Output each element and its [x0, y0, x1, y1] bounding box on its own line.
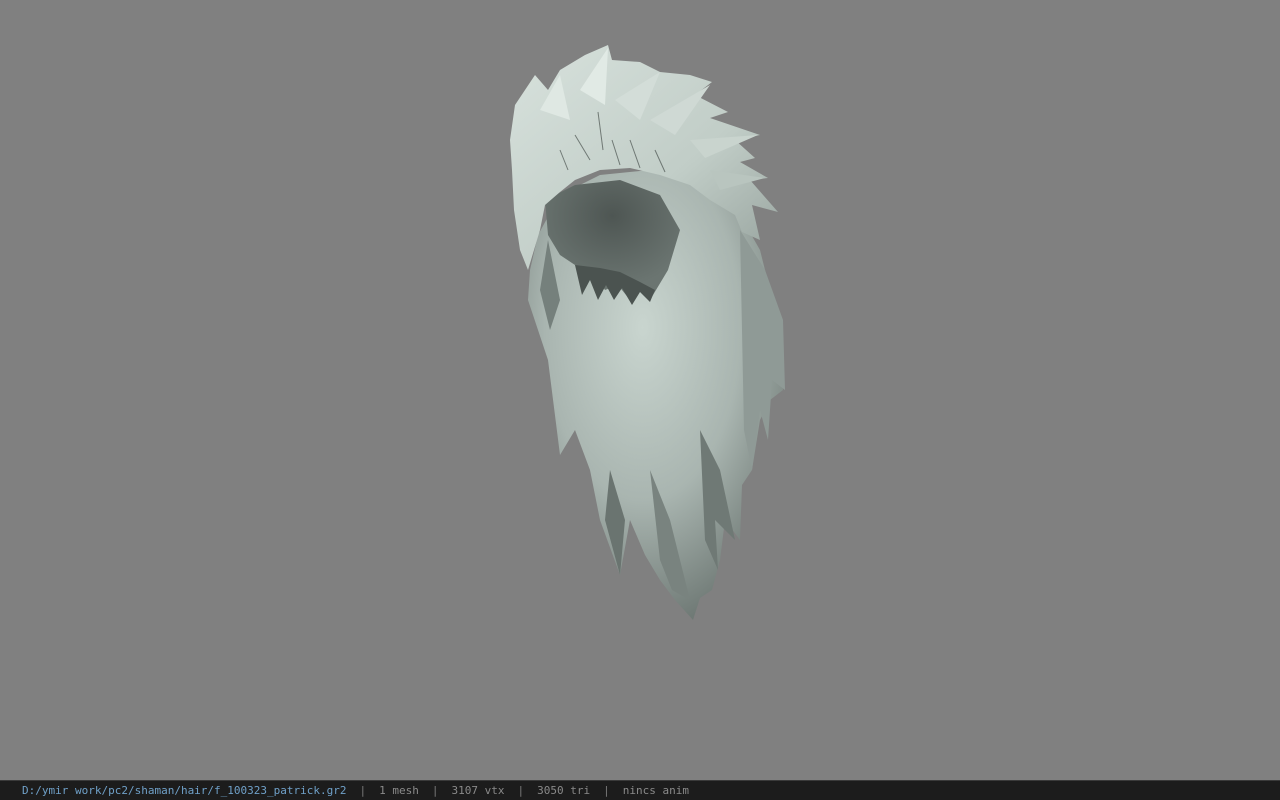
file-path: D:/ymir work/pc2/shaman/hair/f_100323_pa… — [22, 784, 347, 797]
vertex-count: 3107 vtx — [451, 784, 505, 797]
status-bar: D:/ymir work/pc2/shaman/hair/f_100323_pa… — [0, 780, 1280, 800]
animation-status: nincs anim — [622, 784, 689, 797]
triangle-count: 3050 tri — [537, 784, 591, 797]
mesh-count: 1 mesh — [379, 784, 419, 797]
hair-model-render — [510, 45, 785, 620]
separator: | — [431, 784, 439, 797]
separator: | — [603, 784, 610, 797]
separator: | — [517, 784, 525, 797]
separator: | — [359, 784, 367, 797]
3d-viewport[interactable] — [0, 0, 1280, 780]
